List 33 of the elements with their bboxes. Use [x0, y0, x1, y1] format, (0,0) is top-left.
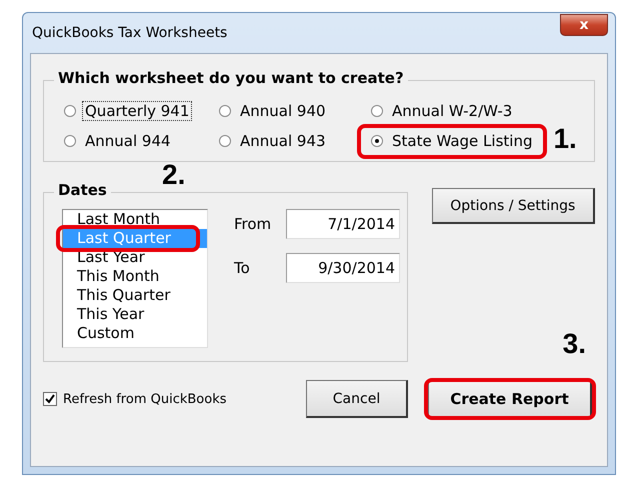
to-label: To [234, 259, 251, 277]
radio-label[interactable]: Annual W-2/W-3 [389, 101, 516, 121]
group-legend: Which worksheet do you want to create? [54, 69, 408, 87]
radio-label[interactable]: State Wage Listing [389, 131, 536, 151]
radio-label[interactable]: Quarterly 941 [82, 101, 192, 121]
to-date-field[interactable]: 9/30/2014 [286, 253, 400, 283]
cancel-button[interactable]: Cancel [306, 380, 408, 418]
callout-number: 3. [562, 328, 586, 360]
radio-button[interactable] [371, 135, 383, 147]
from-date-field[interactable]: 7/1/2014 [286, 209, 400, 239]
callout-number: 2. [162, 159, 186, 191]
list-item[interactable]: This Year [63, 305, 207, 324]
radio-button[interactable] [371, 105, 383, 117]
radio-label[interactable]: Annual 940 [237, 101, 329, 121]
radio-button[interactable] [219, 105, 231, 117]
callout-number: 1. [553, 123, 577, 155]
date-range-list[interactable]: Last Month Last Quarter Last Year This Month This Quarter This Year Custom [62, 209, 208, 348]
window-title: QuickBooks Tax Worksheets [31, 25, 228, 41]
from-label: From [234, 215, 272, 233]
list-item[interactable]: Custom [63, 324, 207, 343]
list-item[interactable]: This Month [63, 267, 207, 286]
refresh-checkbox[interactable] [43, 392, 57, 406]
list-item[interactable]: This Quarter [63, 286, 207, 305]
radio-label[interactable]: Annual 943 [237, 131, 329, 151]
close-button[interactable]: x [560, 14, 608, 36]
radio-button[interactable] [64, 135, 76, 147]
radio-button[interactable] [64, 105, 76, 117]
radio-label[interactable]: Annual 944 [82, 131, 174, 151]
radio-button[interactable] [219, 135, 231, 147]
list-item[interactable]: Last Month [63, 210, 207, 229]
checkbox-label: Refresh from QuickBooks [63, 392, 226, 406]
list-item[interactable]: Last Year [63, 248, 207, 267]
options-settings-button[interactable]: Options / Settings [432, 188, 595, 224]
